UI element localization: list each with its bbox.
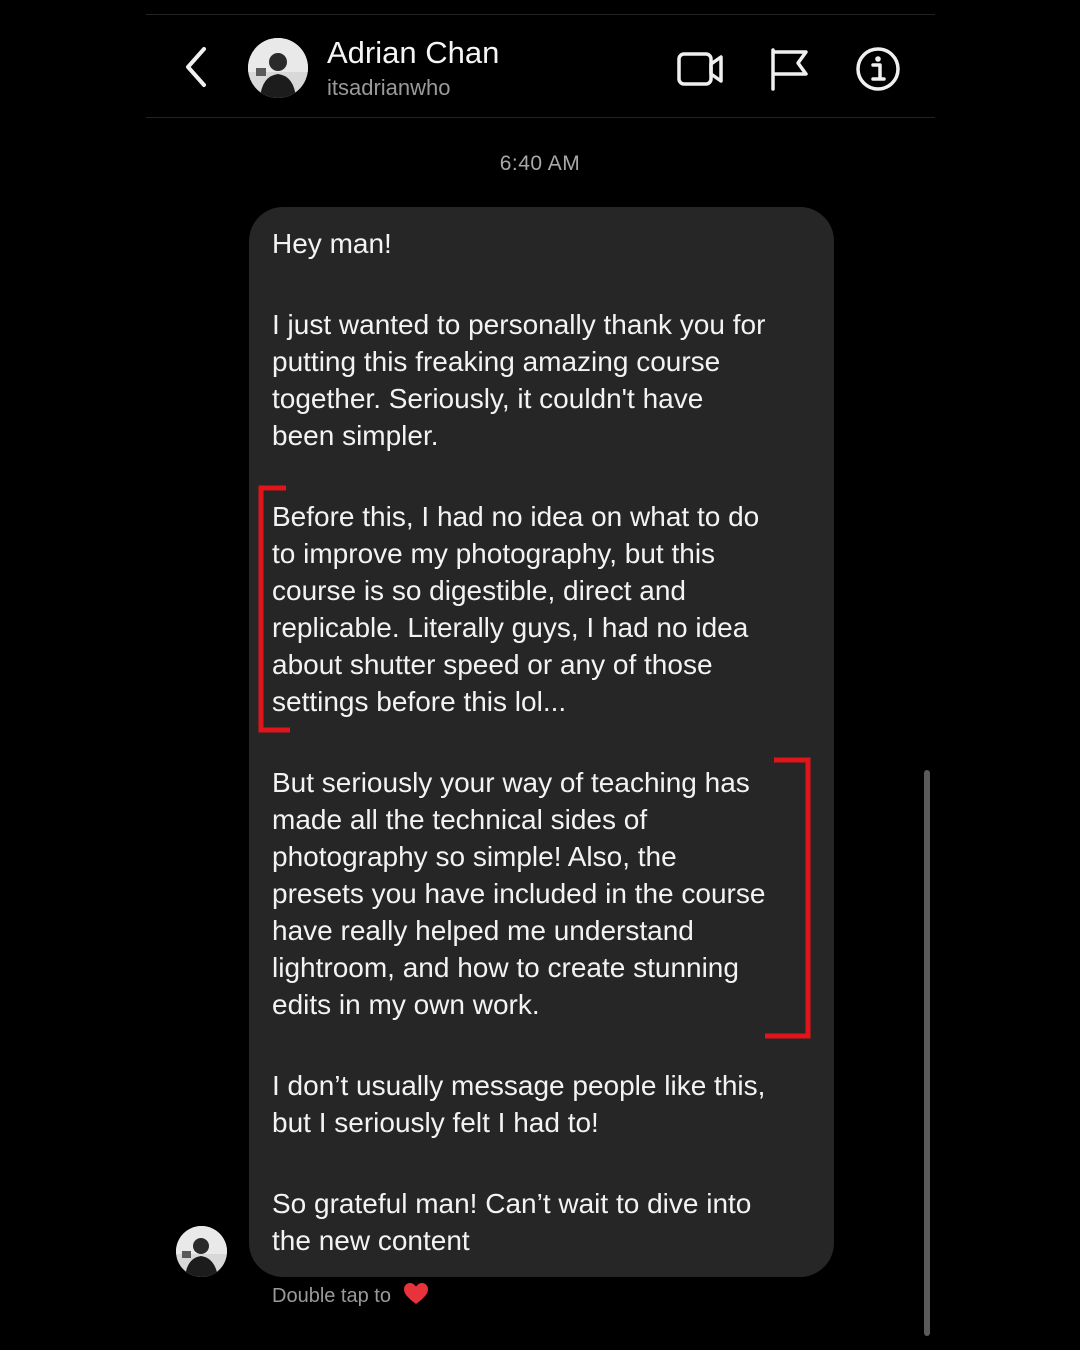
message-paragraph: So grateful man! Can’t wait to dive into… — [272, 1188, 752, 1256]
message-paragraph: I just wanted to personally thank you fo… — [272, 309, 766, 451]
chevron-left-icon — [186, 47, 206, 87]
report-flag-button[interactable] — [766, 45, 814, 93]
contact-username[interactable]: itsadrianwho — [327, 75, 451, 101]
message-paragraph: I don’t usually message people like this… — [272, 1070, 766, 1138]
double-tap-hint: Double tap to — [272, 1282, 429, 1308]
message-timestamp: 6:40 AM — [499, 152, 581, 175]
message-bubble[interactable]: Hey man! I just wanted to personally tha… — [249, 207, 834, 1277]
video-call-button[interactable] — [676, 45, 724, 93]
flag-icon — [771, 48, 808, 91]
message-paragraph: Hey man! — [272, 228, 392, 259]
message-paragraph: But seriously your way of teaching has m… — [272, 767, 766, 1020]
double-tap-label: Double tap to — [272, 1285, 391, 1307]
scrollbar[interactable] — [924, 770, 930, 1336]
chat-header: Adrian Chan itsadrianwho — [146, 14, 935, 118]
heart-icon — [403, 1283, 428, 1304]
sender-avatar[interactable] — [176, 1226, 227, 1277]
contact-avatar[interactable] — [248, 38, 308, 98]
contact-name[interactable]: Adrian Chan — [327, 35, 499, 71]
message-paragraph: Before this, I had no idea on what to do… — [272, 501, 760, 717]
info-icon — [856, 47, 900, 91]
back-button[interactable] — [174, 43, 218, 91]
conversation-info-button[interactable] — [854, 45, 902, 93]
video-camera-icon — [677, 52, 723, 86]
